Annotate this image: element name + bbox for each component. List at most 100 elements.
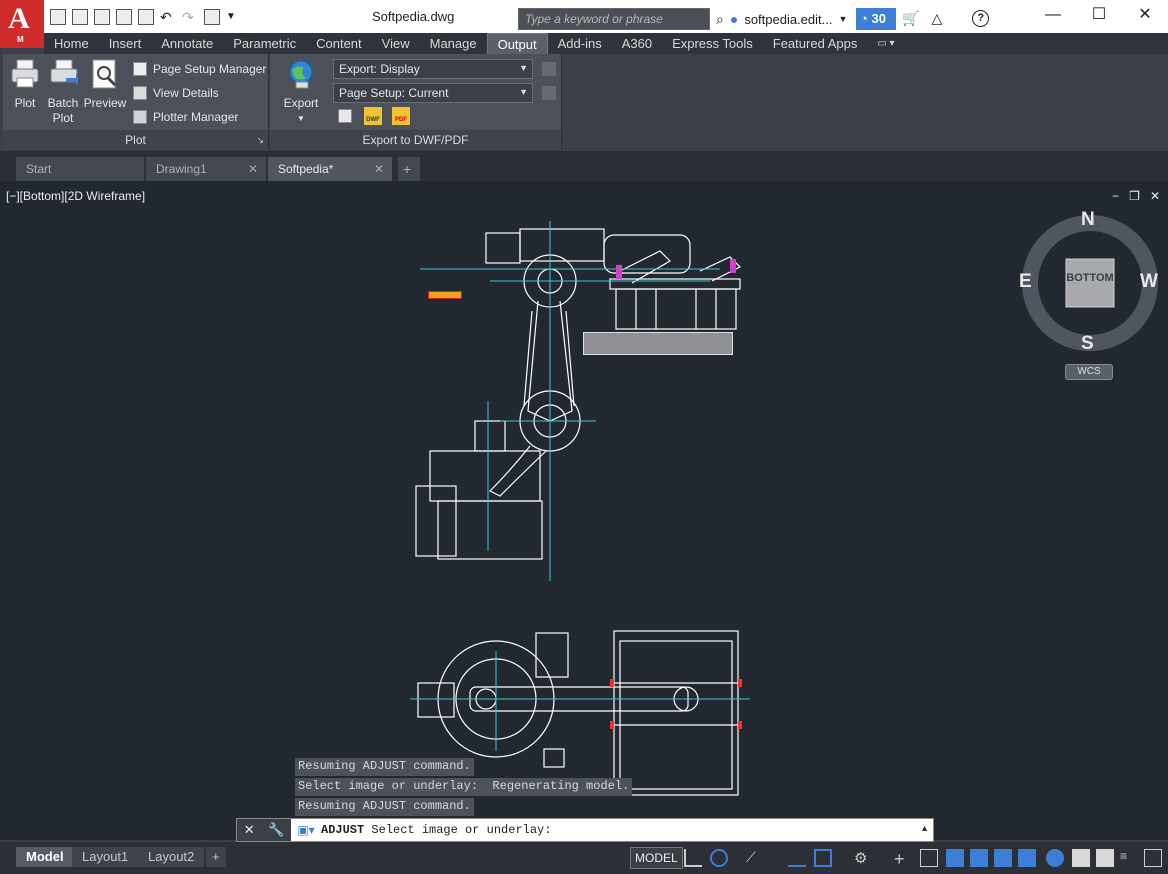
minimize-button[interactable]: — [1030, 0, 1076, 32]
tab-output[interactable]: Output [486, 32, 548, 55]
plot-button[interactable]: Plot [7, 58, 43, 111]
dwf-export-icon[interactable]: DWF [364, 107, 382, 125]
layout-tab-model[interactable]: Model [16, 847, 74, 867]
open-icon[interactable] [72, 9, 88, 25]
tab-insert[interactable]: Insert [99, 33, 152, 54]
drawing-canvas[interactable]: [−][Bottom][2D Wireframe] − ❐ ✕ BOTTOM N… [0, 181, 1168, 840]
page-setup-override-icon[interactable] [542, 62, 556, 76]
page-setup-manage-icon[interactable] [542, 86, 556, 100]
viewport-controls-label[interactable]: [−][Bottom][2D Wireframe] [6, 189, 145, 203]
trial-days-badge[interactable]: ◔ 30 [856, 8, 896, 30]
gear-icon[interactable]: ⚙ [854, 849, 872, 867]
application-menu-button[interactable]: A M [0, 0, 44, 48]
clean-screen-icon[interactable] [1072, 849, 1090, 867]
grid-icon[interactable] [684, 849, 702, 867]
page-setup-combo[interactable]: Page Setup: Current ▼ [333, 83, 533, 103]
viewcube-face[interactable]: BOTTOM [1066, 272, 1114, 284]
cart-icon[interactable]: 🛒 [902, 10, 919, 27]
ortho-icon[interactable]: ⟋ [746, 849, 764, 867]
share-icon[interactable] [204, 9, 220, 25]
command-history-toggle-icon[interactable]: ▲ [920, 823, 929, 833]
tab-content[interactable]: Content [306, 33, 372, 54]
compass-south[interactable]: S [1081, 333, 1094, 355]
preview-button[interactable]: Preview [83, 58, 127, 111]
help-icon[interactable]: ? [972, 10, 990, 27]
model-space-button[interactable]: MODEL [630, 847, 683, 869]
view-details-button[interactable]: View Details [133, 86, 219, 100]
lock-ui-icon[interactable] [1096, 849, 1114, 867]
wrench-icon[interactable]: 🔧 [268, 822, 284, 838]
layout-tab-layout1[interactable]: Layout1 [72, 847, 139, 867]
tab-parametric[interactable]: Parametric [223, 33, 306, 54]
tab-drawing1[interactable]: Drawing1 ✕ [146, 157, 266, 181]
panel-launcher-icon[interactable]: ↘ [256, 135, 264, 146]
chevron-down-icon[interactable]: ▼ [838, 14, 847, 24]
maximize-button[interactable]: ☐ [1076, 0, 1122, 32]
customize-qat-icon[interactable]: ▼ [226, 9, 242, 25]
command-prompt-icon[interactable]: ▣▾ [291, 823, 321, 837]
tab-annotate[interactable]: Annotate [151, 33, 223, 54]
quick-properties-icon[interactable] [994, 849, 1012, 867]
binoculars-icon[interactable]: ⌕ [716, 11, 724, 28]
tab-a360[interactable]: A360 [612, 33, 662, 54]
redo-icon[interactable]: ↷ [182, 9, 198, 25]
search-input[interactable]: Type a keyword or phrase [518, 8, 710, 30]
osnap-icon[interactable] [814, 849, 832, 867]
tab-home[interactable]: Home [44, 33, 99, 54]
wcs-button[interactable]: WCS [1065, 364, 1113, 380]
command-input[interactable]: ADJUST Select image or underlay: [321, 823, 551, 837]
viewport-restore-icon[interactable]: ❐ [1129, 189, 1140, 203]
save-as-icon[interactable] [116, 9, 132, 25]
tab-start[interactable]: Start [16, 157, 144, 181]
tab-softpedia[interactable]: Softpedia* ✕ [268, 157, 392, 181]
crosshair-icon[interactable]: + [894, 849, 912, 869]
user-name[interactable]: softpedia.edit... [744, 12, 832, 27]
snap-icon[interactable] [710, 849, 728, 867]
tab-manage[interactable]: Manage [420, 33, 487, 54]
user-account[interactable]: ⌕ ● softpedia.edit... ▼ [716, 8, 847, 30]
layout-tab-layout2[interactable]: Layout2 [138, 847, 205, 867]
fullscreen-icon[interactable] [1144, 849, 1162, 867]
pdf-export-icon[interactable]: PDF [392, 107, 410, 125]
isolate-icon[interactable] [970, 849, 988, 867]
batch-plot-button[interactable]: Batch Plot [43, 58, 83, 126]
polar-icon[interactable] [788, 849, 806, 867]
page-setup-manager-button[interactable]: Page Setup Manager [133, 62, 266, 76]
customize-status-icon[interactable]: ≡ [1120, 849, 1138, 867]
image-underlay-frame[interactable] [583, 332, 733, 355]
user-icon: ● [729, 11, 739, 27]
hardware-acceleration-icon[interactable] [1046, 849, 1064, 867]
export-button[interactable]: Export ▼ [280, 58, 322, 126]
tab-featured-apps[interactable]: Featured Apps [763, 33, 868, 54]
undo-icon[interactable]: ↶ [160, 9, 176, 25]
save-icon[interactable] [94, 9, 110, 25]
command-line: ✕ 🔧 ▣▾ ADJUST Select image or underlay: … [236, 818, 934, 842]
close-button[interactable]: ✕ [1122, 0, 1168, 32]
export-dropdown-icon[interactable]: ▼ [280, 111, 322, 126]
close-icon[interactable]: ✕ [244, 822, 255, 838]
viewport-minimize-icon[interactable]: − [1112, 189, 1119, 203]
workspace-icon[interactable] [920, 849, 938, 867]
compass-east[interactable]: E [1019, 271, 1032, 293]
compass-west[interactable]: W [1140, 271, 1158, 293]
viewport-close-icon[interactable]: ✕ [1150, 189, 1160, 203]
annotation-icon[interactable] [946, 849, 964, 867]
tab-view[interactable]: View [372, 33, 420, 54]
selection-cycling-icon[interactable] [1018, 849, 1036, 867]
export-combo[interactable]: Export: Display ▼ [333, 59, 533, 79]
ribbon-minimize-icon[interactable]: ▭ ▾ [867, 33, 904, 54]
close-icon[interactable]: ✕ [248, 162, 258, 176]
print-icon[interactable] [138, 9, 154, 25]
a360-icon[interactable]: △ [931, 10, 942, 27]
add-layout-button[interactable]: + [206, 847, 226, 867]
new-icon[interactable] [50, 9, 66, 25]
compass-north[interactable]: N [1081, 209, 1095, 231]
new-tab-button[interactable]: + [398, 157, 420, 181]
tab-add-ins[interactable]: Add-ins [548, 33, 612, 54]
close-icon[interactable]: ✕ [374, 162, 384, 176]
plotter-manager-button[interactable]: Plotter Manager [133, 110, 238, 124]
robot-drawing[interactable] [400, 221, 780, 801]
preview-export-icon[interactable] [338, 109, 352, 123]
tab-express-tools[interactable]: Express Tools [662, 33, 763, 54]
image-underlay-marker[interactable] [428, 291, 462, 299]
